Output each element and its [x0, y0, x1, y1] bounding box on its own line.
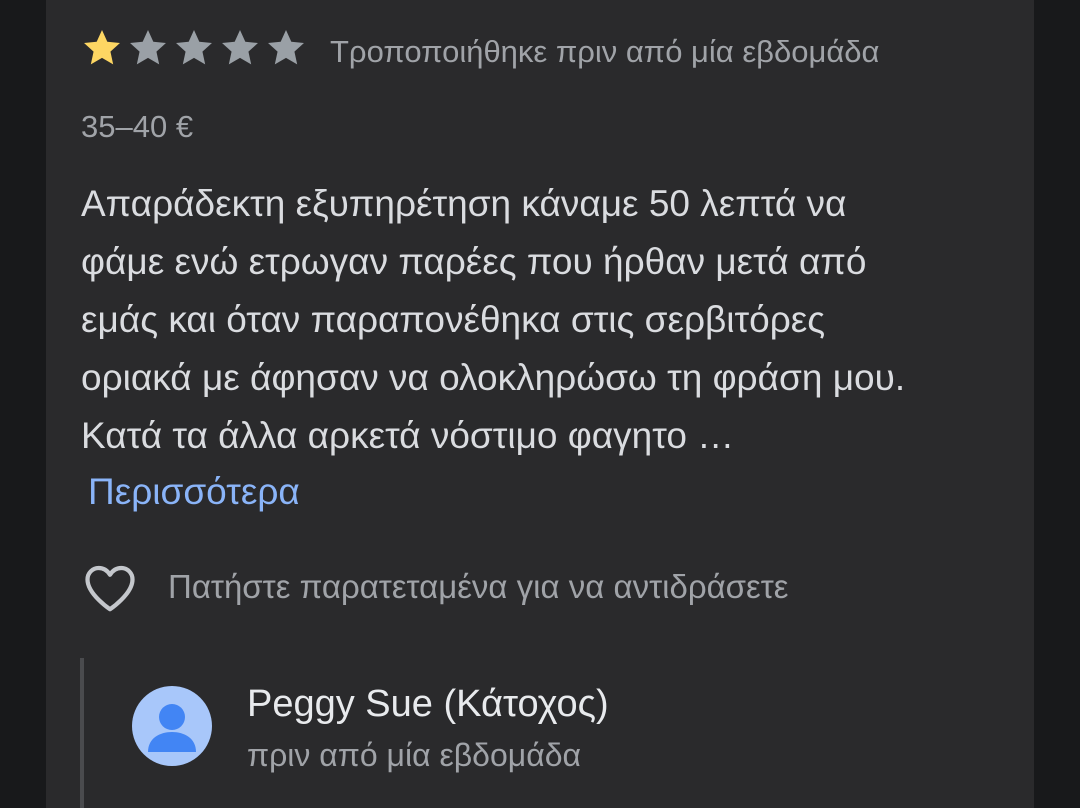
- owner-name[interactable]: Peggy Sue (Κάτοχος): [247, 683, 609, 726]
- star-filled-icon: [80, 26, 124, 70]
- star-empty-icon: [218, 26, 262, 70]
- review-text-line: Απαράδεκτη εξυπηρέτηση κάναμε 50 λεπτά ν…: [81, 183, 847, 224]
- review-text: Απαράδεκτη εξυπηρέτηση κάναμε 50 λεπτά ν…: [81, 175, 1001, 465]
- star-empty-icon: [264, 26, 308, 70]
- react-button[interactable]: [80, 560, 140, 620]
- review-text-line: Κατά τα άλλα αρκετά νόστιμο φαγητο …: [81, 415, 735, 456]
- react-hint: Πατήστε παρατεταμένα για να αντιδράσετε: [168, 568, 789, 605]
- review-modified-time: Τροποποιήθηκε πριν από μία εβδομάδα: [330, 34, 880, 69]
- review-text-line: οριακά με άφησαν να ολοκληρώσω τη φράση …: [81, 357, 906, 398]
- star-empty-icon: [172, 26, 216, 70]
- owner-reply-time: πριν από μία εβδομάδα: [247, 737, 582, 773]
- owner-avatar[interactable]: [132, 686, 212, 766]
- default-person-avatar-icon: [148, 704, 196, 752]
- more-link[interactable]: Περισσότερα: [88, 463, 300, 521]
- review-text-line: φάμε ενώ ετρωγαν παρέες που ήρθαν μετά α…: [81, 241, 867, 282]
- star-rating: [80, 26, 308, 70]
- review-text-line: εμάς και όταν παραπονέθηκα στις σερβιτόρ…: [81, 299, 826, 340]
- heart-outline-icon[interactable]: [80, 558, 140, 623]
- owner-reply-thread: [80, 658, 984, 808]
- price-range: 35–40 €: [81, 109, 194, 144]
- star-empty-icon: [126, 26, 170, 70]
